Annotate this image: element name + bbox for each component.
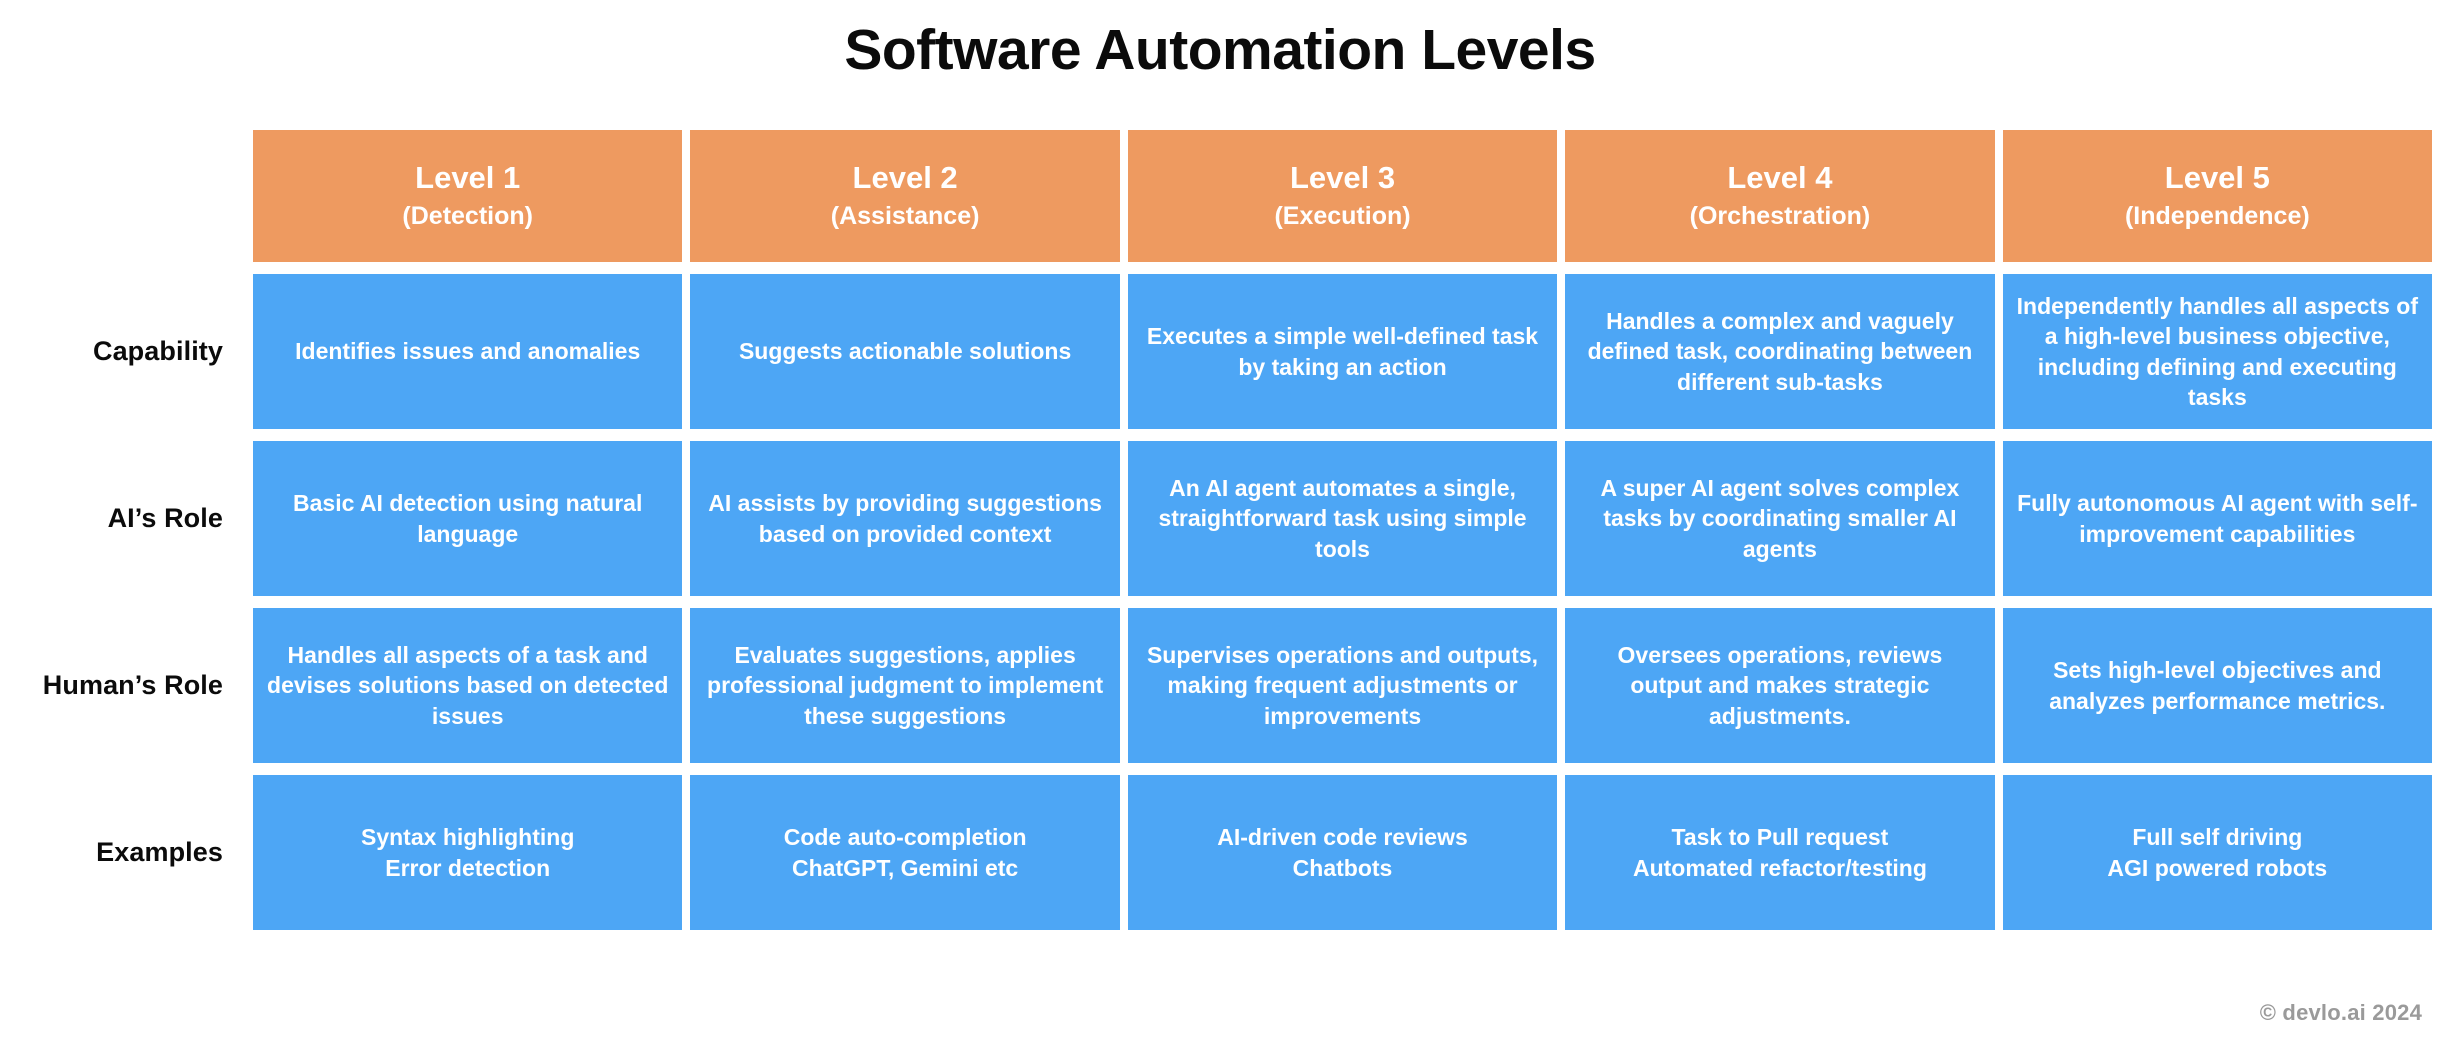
cell-text-line: Basic AI detection using natural languag… <box>293 490 643 547</box>
cell-text-line: Identifies issues and anomalies <box>295 338 641 365</box>
cell-text-line: Chatbots <box>1292 854 1393 881</box>
cell-text: Handles a complex and vaguely defined ta… <box>1579 306 1980 397</box>
cell-text-line: Independently handles all aspects of a h… <box>2016 292 2418 410</box>
infographic-page: Software Automation Levels Level 1 (Dete… <box>0 0 2440 1058</box>
page-title: Software Automation Levels <box>844 18 1596 82</box>
row-label-capability: Capability <box>92 336 223 366</box>
table-row: AI’s Role Basic AI detection using natur… <box>0 441 2440 596</box>
cell-text-line: Automated refactor/testing <box>1632 854 1927 881</box>
cell-text: Fully autonomous AI agent with self-impr… <box>2017 488 2418 549</box>
cell-text-line: ChatGPT, Gemini etc <box>792 854 1019 881</box>
cell-text: Suggests actionable solutions <box>704 336 1105 366</box>
cell-capability-level-4: Handles a complex and vaguely defined ta… <box>1565 274 1995 429</box>
column-header-level-label: Level 5 <box>2164 160 2270 196</box>
column-header-level-label: Level 2 <box>852 160 958 196</box>
table-row: Examples Syntax highlighting Error detect… <box>0 775 2440 930</box>
column-header-level-label: Level 3 <box>1289 160 1396 196</box>
cell-text: Executes a simple well-defined task by t… <box>1142 321 1543 382</box>
header-row-corner <box>0 130 245 262</box>
cell-text-line: Executes a simple well-defined task by t… <box>1146 323 1539 380</box>
column-header-level-4: Level 4 (Orchestration) <box>1565 130 1995 262</box>
cell-examples-level-1: Syntax highlighting Error detection <box>253 775 683 930</box>
column-header-level-name: (Independence) <box>2124 201 2310 230</box>
cell-ais-role-level-2: AI assists by providing suggestions base… <box>690 441 1120 596</box>
cell-humans-role-level-5: Sets high-level objectives and analyzes … <box>2002 608 2433 763</box>
cell-text-line: Error detection <box>385 854 551 881</box>
row-label-ais-role: AI’s Role <box>107 503 223 533</box>
cell-ais-role-level-5: Fully autonomous AI agent with self-impr… <box>2002 441 2433 596</box>
cell-text: Independently handles all aspects of a h… <box>2017 291 2418 412</box>
column-header-level-name: (Assistance) <box>830 201 980 230</box>
column-header-level-name: (Orchestration) <box>1689 201 1871 230</box>
column-header-level-2: Level 2 (Assistance) <box>690 130 1120 262</box>
cell-text: Supervises operations and outputs, makin… <box>1142 640 1543 731</box>
cell-text-line: Handles a complex and vaguely defined ta… <box>1587 307 1973 395</box>
cell-capability-level-3: Executes a simple well-defined task by t… <box>1127 274 1558 429</box>
cell-text: Oversees operations, reviews output and … <box>1579 640 1980 731</box>
cell-text-line: Syntax highlighting <box>361 824 575 851</box>
cell-text-line: AI assists by providing suggestions base… <box>708 490 1102 547</box>
table-row: Capability Identifies issues and anomali… <box>0 274 2440 429</box>
column-header-level-name: (Execution) <box>1274 201 1411 230</box>
cell-text-line: Sets high-level objectives and analyzes … <box>2049 657 2386 714</box>
cell-examples-level-2: Code auto-completion ChatGPT, Gemini etc <box>690 775 1120 930</box>
cell-text-line: Task to Pull request <box>1671 824 1889 851</box>
cell-humans-role-level-4: Oversees operations, reviews output and … <box>1565 608 1995 763</box>
cell-text-line: Evaluates suggestions, applies professio… <box>707 641 1104 729</box>
column-header-level-5: Level 5 (Independence) <box>2002 130 2433 262</box>
cell-text: Evaluates suggestions, applies professio… <box>704 640 1105 731</box>
cell-examples-level-5: Full self driving AGI powered robots <box>2002 775 2433 930</box>
column-header-level-label: Level 4 <box>1727 160 1833 196</box>
cell-humans-role-level-2: Evaluates suggestions, applies professio… <box>690 608 1120 763</box>
column-header-level-name: (Detection) <box>402 201 533 230</box>
cell-text-line: Suggests actionable solutions <box>738 338 1072 365</box>
cell-text: Handles all aspects of a task and devise… <box>267 640 668 731</box>
cell-humans-role-level-1: Handles all aspects of a task and devise… <box>253 608 683 763</box>
cell-text: Syntax highlighting Error detection <box>267 822 668 883</box>
table-header-row: Level 1 (Detection) Level 2 (Assistance)… <box>0 130 2440 262</box>
cell-text-line: Code auto-completion <box>783 824 1027 851</box>
cell-capability-level-5: Independently handles all aspects of a h… <box>2002 274 2433 429</box>
cell-text-line: Fully autonomous AI agent with self-impr… <box>2017 490 2418 547</box>
column-header-level-1: Level 1 (Detection) <box>253 130 683 262</box>
cell-text: A super AI agent solves complex tasks by… <box>1579 473 1980 564</box>
cell-examples-level-4: Task to Pull request Automated refactor/t… <box>1565 775 1995 930</box>
cell-text-line: AGI powered robots <box>2107 854 2328 881</box>
automation-levels-table: Level 1 (Detection) Level 2 (Assistance)… <box>0 130 2440 930</box>
cell-text-line: Handles all aspects of a task and devise… <box>267 641 669 729</box>
cell-text: Code auto-completion ChatGPT, Gemini etc <box>704 822 1105 883</box>
copyright-footer: © devlo.ai 2024 <box>2259 1000 2422 1025</box>
cell-text: Identifies issues and anomalies <box>267 336 668 366</box>
cell-capability-level-2: Suggests actionable solutions <box>690 274 1120 429</box>
cell-text: Full self driving AGI powered robots <box>2017 822 2418 883</box>
cell-ais-role-level-4: A super AI agent solves complex tasks by… <box>1565 441 1995 596</box>
row-label-examples: Examples <box>96 837 223 867</box>
cell-ais-role-level-3: An AI agent automates a single, straight… <box>1127 441 1558 596</box>
column-header-level-label: Level 1 <box>415 160 521 196</box>
cell-text: Basic AI detection using natural languag… <box>267 488 668 549</box>
table-row: Human’s Role Handles all aspects of a ta… <box>0 608 2440 763</box>
row-label-humans-role: Human’s Role <box>42 670 223 700</box>
cell-text-line: Supervises operations and outputs, makin… <box>1146 641 1539 729</box>
cell-humans-role-level-3: Supervises operations and outputs, makin… <box>1127 608 1558 763</box>
cell-text-line: AI-driven code reviews <box>1217 824 1468 851</box>
cell-examples-level-3: AI-driven code reviews Chatbots <box>1127 775 1558 930</box>
cell-text-line: An AI agent automates a single, straight… <box>1158 474 1527 562</box>
cell-text-line: A super AI agent solves complex tasks by… <box>1600 474 1960 562</box>
cell-text-line: Full self driving <box>2132 824 2303 851</box>
cell-text: AI assists by providing suggestions base… <box>704 488 1105 549</box>
column-header-level-3: Level 3 (Execution) <box>1127 130 1558 262</box>
cell-ais-role-level-1: Basic AI detection using natural languag… <box>253 441 683 596</box>
cell-capability-level-1: Identifies issues and anomalies <box>253 274 683 429</box>
cell-text: Sets high-level objectives and analyzes … <box>2017 655 2418 716</box>
cell-text: AI-driven code reviews Chatbots <box>1142 822 1543 883</box>
cell-text: An AI agent automates a single, straight… <box>1142 473 1543 564</box>
cell-text-line: Oversees operations, reviews output and … <box>1617 641 1943 729</box>
cell-text: Task to Pull request Automated refactor/t… <box>1579 822 1980 883</box>
